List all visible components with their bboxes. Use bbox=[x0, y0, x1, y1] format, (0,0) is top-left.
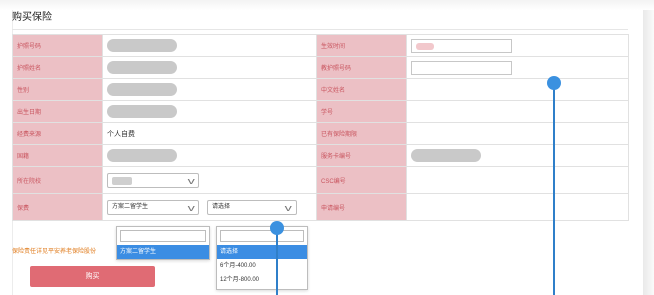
blurred-value bbox=[416, 42, 434, 50]
value-csc-number bbox=[406, 166, 629, 194]
label-birth-date: 出生日期 bbox=[12, 100, 103, 123]
label-funding-source: 经费来源 bbox=[12, 122, 103, 145]
value-passport-number bbox=[102, 34, 317, 57]
label-gender: 性别 bbox=[12, 78, 103, 101]
label-chinese-name: 中文姓名 bbox=[316, 78, 407, 101]
plan-dropdown: 方案二留学生 bbox=[116, 226, 210, 260]
period-option[interactable]: 请选择 bbox=[217, 245, 307, 259]
value-service-card bbox=[406, 144, 629, 167]
page-right-shadow bbox=[643, 10, 654, 295]
insurance-form: 护照号码 生效时间 护照姓名 教护照号码 性别 中文姓名 出生日期 学号 经费来… bbox=[12, 34, 629, 221]
value-passport-name bbox=[102, 56, 317, 79]
blurred-value bbox=[107, 61, 177, 74]
page-top-shadow bbox=[0, 0, 654, 10]
period-select[interactable]: 请选择 v bbox=[206, 199, 297, 215]
form-row: 护照号码 生效时间 bbox=[12, 34, 629, 57]
blurred-value bbox=[107, 39, 177, 52]
blurred-value bbox=[112, 176, 132, 185]
value-institution: v bbox=[102, 166, 317, 194]
value-birth-date bbox=[102, 100, 317, 123]
buy-button[interactable]: 购买 bbox=[30, 266, 155, 287]
value-existing-insurance bbox=[406, 122, 629, 145]
form-row: 国籍 服务卡编号 bbox=[12, 144, 629, 167]
value-premium: 方案二留学生 v 请选择 v bbox=[102, 193, 317, 221]
page-title: 购买保险 bbox=[12, 12, 52, 23]
form-row: 保费 方案二留学生 v 请选择 v 申请编号 bbox=[12, 193, 629, 221]
form-row: 护照姓名 教护照号码 bbox=[12, 56, 629, 79]
plan-select[interactable]: 方案二留学生 v bbox=[107, 199, 199, 215]
period-dropdown: 请选择 6个月-400.00 12个月-800.00 bbox=[216, 226, 308, 290]
chevron-down-icon: v bbox=[187, 175, 195, 186]
period-option[interactable]: 6个月-400.00 bbox=[217, 259, 307, 273]
label-service-card: 服务卡编号 bbox=[316, 144, 407, 167]
label-nationality: 国籍 bbox=[12, 144, 103, 167]
title-divider bbox=[12, 29, 628, 30]
label-old-passport-number: 教护照号码 bbox=[316, 56, 407, 79]
value-chinese-name bbox=[406, 78, 629, 101]
value-effective-date bbox=[406, 34, 629, 57]
label-existing-insurance: 已有保险期限 bbox=[316, 122, 407, 145]
form-row: 出生日期 学号 bbox=[12, 100, 629, 123]
label-institution: 所在院校 bbox=[12, 166, 103, 194]
label-passport-name: 护照姓名 bbox=[12, 56, 103, 79]
insurance-notice[interactable]: 保险责任详见平安养老保险股份 bbox=[12, 246, 96, 255]
value-old-passport-number bbox=[406, 56, 629, 79]
marker-line bbox=[553, 83, 555, 295]
blurred-value bbox=[107, 105, 177, 118]
chevron-down-icon: v bbox=[187, 202, 195, 213]
marker-line bbox=[276, 228, 278, 295]
value-funding-source: 个人自费 bbox=[102, 122, 317, 145]
institution-select[interactable]: v bbox=[107, 172, 199, 188]
value-nationality bbox=[102, 144, 317, 167]
period-select-value: 请选择 bbox=[211, 203, 230, 210]
label-passport-number: 护照号码 bbox=[12, 34, 103, 57]
form-row: 所在院校 v CSC编号 bbox=[12, 166, 629, 194]
value-student-id bbox=[406, 100, 629, 123]
label-premium: 保费 bbox=[12, 193, 103, 221]
form-row: 经费来源 个人自费 已有保险期限 bbox=[12, 122, 629, 145]
period-option[interactable]: 12个月-800.00 bbox=[217, 273, 307, 287]
label-student-id: 学号 bbox=[316, 100, 407, 123]
period-dropdown-search[interactable] bbox=[220, 230, 304, 242]
blurred-value bbox=[107, 83, 177, 96]
blurred-value bbox=[107, 149, 177, 162]
plan-option[interactable]: 方案二留学生 bbox=[117, 245, 209, 259]
label-effective-date: 生效时间 bbox=[316, 34, 407, 57]
blurred-value bbox=[411, 149, 481, 162]
marker-dot bbox=[270, 221, 284, 235]
marker-dot bbox=[547, 76, 561, 90]
chevron-down-icon: v bbox=[285, 202, 293, 213]
effective-date-input[interactable] bbox=[411, 38, 512, 53]
value-application-number bbox=[406, 193, 629, 221]
label-csc-number: CSC编号 bbox=[316, 166, 407, 194]
form-row: 性别 中文姓名 bbox=[12, 78, 629, 101]
value-gender bbox=[102, 78, 317, 101]
label-application-number: 申请编号 bbox=[316, 193, 407, 221]
old-passport-number-input[interactable] bbox=[411, 60, 512, 75]
plan-dropdown-search[interactable] bbox=[120, 230, 206, 242]
plan-select-value: 方案二留学生 bbox=[112, 203, 149, 210]
